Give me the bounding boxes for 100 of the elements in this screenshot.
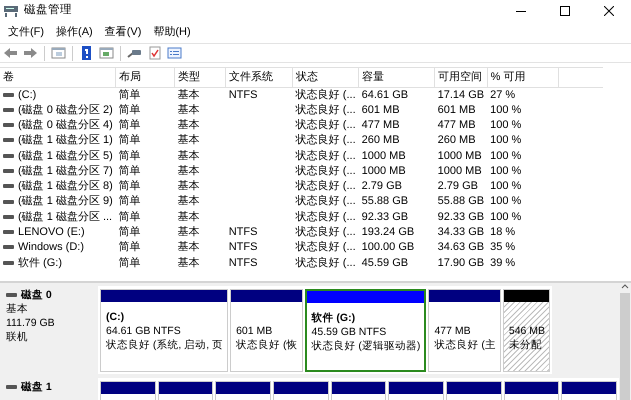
table-cell: 55.88 GB	[438, 195, 484, 208]
table-cell: 基本	[178, 210, 200, 223]
drive-icon	[3, 108, 14, 112]
close-icon[interactable]	[604, 6, 614, 16]
table-cell: 状态良好 (...	[296, 241, 356, 254]
table-cell: 100 %	[490, 104, 522, 116]
partition[interactable]: 软件 (G:) 45.59 GB NTFS 状态良好 (逻辑驱动器)	[304, 289, 426, 372]
table-cell: 1000 MB	[438, 164, 482, 177]
menu-item[interactable]: 帮助(H)	[147, 24, 197, 41]
column-header[interactable]: 可用空间	[434, 68, 488, 87]
disk-name: 磁盘 0	[21, 289, 52, 301]
partition-status: 状态良好 (系统, 启动, 页	[106, 338, 224, 352]
table-cell: 100.00 GB	[362, 241, 414, 254]
table-cell: 17.14 GB	[438, 88, 484, 100]
scrollbar-thumb[interactable]	[620, 293, 630, 400]
table-cell: NTFS	[228, 226, 258, 238]
partition[interactable]: 546 MB 未分配	[502, 289, 550, 372]
table-cell: 状态良好 (...	[296, 256, 356, 269]
table-cell: 477 MB	[438, 118, 476, 131]
table-cell: 状态良好 (...	[296, 180, 356, 192]
drive-icon	[3, 184, 14, 188]
table-cell: 软件 (G:)	[18, 256, 62, 269]
partition-size: 601 MB	[236, 324, 274, 338]
scroll-up-icon[interactable]	[621, 283, 629, 289]
table-cell: LENOVO (E:)	[18, 226, 85, 238]
menu-item[interactable]: 操作(A)	[50, 24, 99, 41]
table-cell: 35 %	[490, 241, 516, 254]
maximize-icon[interactable]	[560, 6, 570, 16]
table-cell: (磁盘 1 磁盘分区 ...	[18, 210, 112, 223]
table-cell: 基本	[178, 88, 200, 100]
partition[interactable]: 601 MB 状态良好 (恢	[230, 289, 303, 372]
table-cell: 477 MB	[362, 118, 400, 131]
window-title: 磁盘管理	[24, 2, 72, 18]
partition-bar	[158, 382, 212, 394]
drive-icon	[3, 138, 14, 142]
panel-icon[interactable]	[98, 44, 115, 62]
drive-icon	[3, 123, 14, 128]
partition-bar	[447, 382, 501, 394]
menu-item[interactable]: 查看(V)	[98, 24, 148, 41]
table-cell: 状态良好 (...	[296, 210, 356, 223]
partition-bar	[389, 382, 444, 394]
drive-icon	[3, 260, 14, 265]
table-cell: 260 MB	[438, 134, 476, 146]
column-header[interactable]: 文件系统	[226, 68, 293, 87]
partition-bar	[231, 290, 302, 302]
table-cell: 基本	[178, 164, 200, 177]
partition-bar	[504, 382, 558, 394]
table-cell: 92.33 GB	[438, 210, 484, 223]
app-icon	[4, 5, 18, 17]
table-cell: 简单	[118, 256, 141, 269]
table-cell: 34.63 GB	[438, 241, 484, 254]
table-cell: 1000 MB	[438, 150, 482, 162]
table-cell: 基本	[178, 150, 200, 162]
menu-item[interactable]: 文件(F)	[2, 24, 50, 41]
table-cell: 34.33 GB	[438, 226, 484, 238]
table-cell: NTFS	[228, 88, 258, 100]
table-cell: 39 %	[490, 256, 516, 269]
table-cell: NTFS	[228, 241, 258, 254]
table-cell: 1000 MB	[362, 150, 406, 162]
table-cell: 简单	[118, 241, 141, 254]
table-cell: (磁盘 0 磁盘分区 4)	[18, 118, 113, 131]
column-header[interactable]: % 可用	[487, 68, 558, 87]
partition[interactable]: (C:) 64.61 GB NTFS 状态良好 (系统, 启动, 页	[100, 289, 228, 372]
table-cell: 100 %	[490, 164, 522, 177]
table-cell: 45.59 GB	[362, 256, 408, 269]
table-cell: 简单	[118, 104, 141, 116]
drive-icon	[3, 168, 14, 173]
panel-icon[interactable]	[50, 44, 67, 62]
column-header[interactable]: 类型	[174, 68, 226, 87]
table-cell: 状态良好 (...	[296, 164, 356, 177]
table-cell: 601 MB	[362, 104, 400, 116]
table-cell: 基本	[178, 180, 200, 192]
table-cell: 简单	[118, 164, 141, 177]
table-cell: 基本	[178, 134, 200, 146]
drive-icon	[3, 92, 14, 97]
column-header[interactable]: 布局	[116, 68, 175, 87]
table-cell: 17.90 GB	[438, 256, 484, 269]
column-header[interactable]: 卷	[0, 68, 116, 87]
partition-size: 546 MB	[508, 324, 546, 338]
partition-status: 状态良好 (主	[434, 338, 496, 352]
partition-name: 软件 (G:)	[312, 311, 356, 325]
partition-status: 未分配	[508, 338, 543, 352]
column-header[interactable]: 状态	[292, 68, 359, 87]
table-cell: 简单	[118, 210, 141, 223]
table-cell: (磁盘 1 磁盘分区 8)	[18, 180, 113, 192]
table-cell: 状态良好 (...	[296, 226, 356, 238]
table-cell: 基本	[178, 195, 200, 208]
partition-status: 状态良好 (逻辑驱动器)	[312, 339, 420, 353]
table-cell: 92.33 GB	[362, 210, 408, 223]
table-cell: 100 %	[490, 150, 522, 162]
table-cell: 260 MB	[362, 134, 400, 146]
table-cell: 100 %	[490, 195, 522, 208]
table-cell: 基本	[178, 104, 200, 116]
drive-icon	[3, 245, 14, 250]
partition[interactable]: 477 MB 状态良好 (主	[428, 289, 501, 372]
table-cell: Windows (D:)	[18, 241, 84, 254]
properties-icon[interactable]	[166, 44, 183, 62]
column-header[interactable]: 容量	[358, 68, 435, 87]
table-cell: NTFS	[228, 256, 258, 269]
table-cell: 1000 MB	[362, 164, 406, 177]
